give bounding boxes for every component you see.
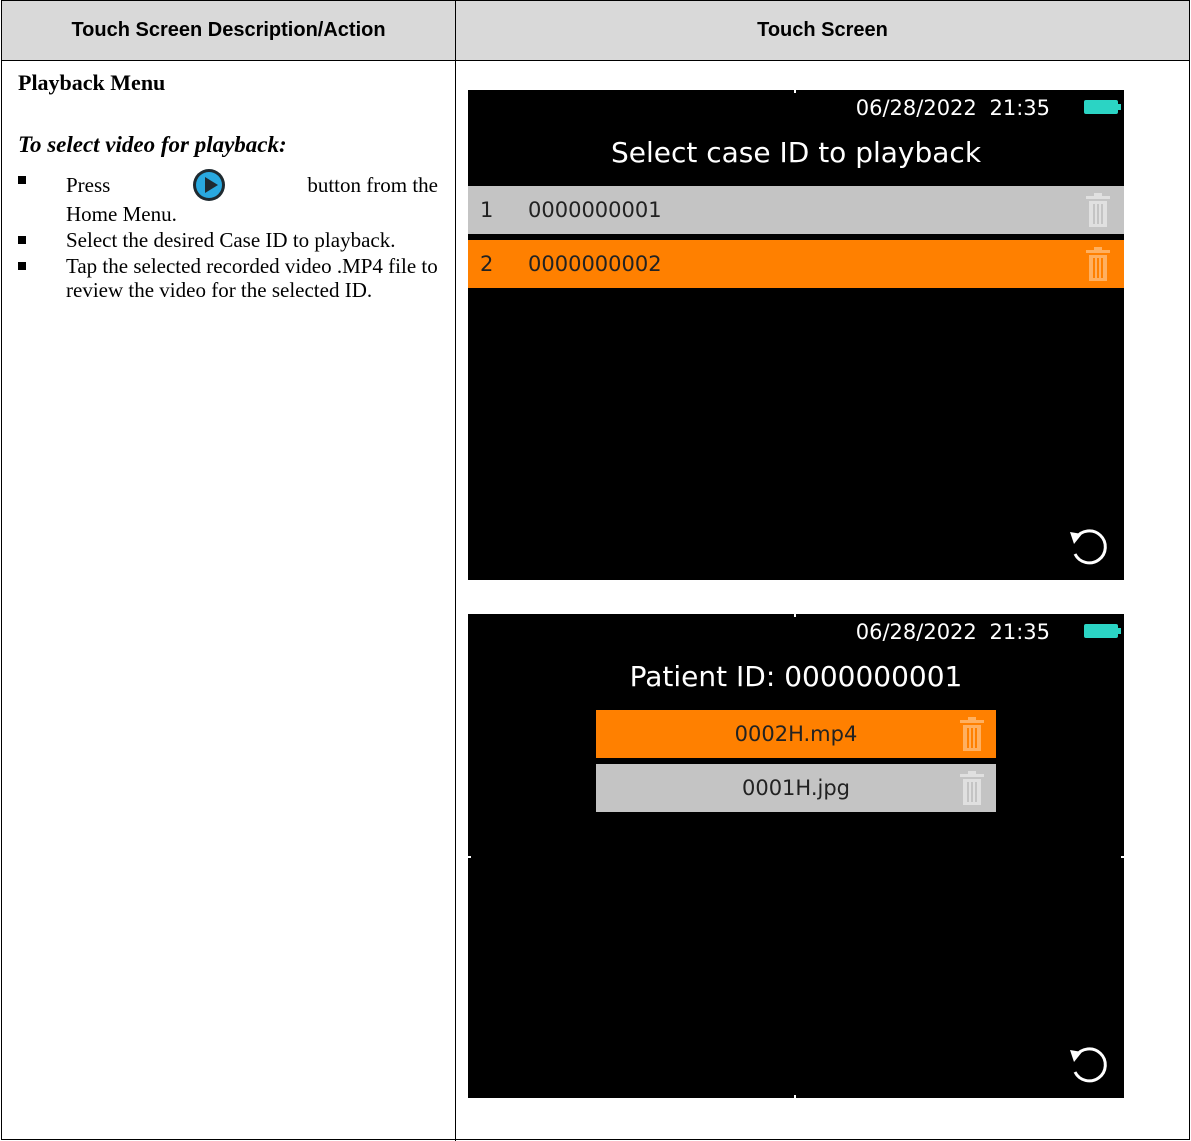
button-from-text: button from the [307,173,438,197]
column-divider [455,61,456,1141]
case-row-id: 0000000001 [528,198,662,222]
file-name: 0001H.jpg [741,776,851,800]
file-name: 0002H.mp4 [734,722,858,746]
trash-icon[interactable] [1086,247,1110,281]
status-date: 06/28/2022 [855,620,977,644]
status-bar: 06/28/2022 21:35 [856,96,1050,120]
screen-edge-mark [794,90,796,93]
case-row-selected[interactable]: 2 0000000002 [468,240,1124,288]
status-date: 06/28/2022 [855,96,977,120]
file-item[interactable]: 0001H.jpg [596,764,996,812]
screen-edge-mark [794,1095,796,1098]
screen-edge-mark [468,856,471,858]
case-row[interactable]: 1 0000000001 [468,186,1124,234]
table-header: Touch Screen Description/Action Touch Sc… [2,1,1189,61]
screen-edge-mark [1121,856,1124,858]
step-2: Select the desired Case ID to playback. [18,228,438,252]
status-time: 21:35 [989,620,1050,644]
patient-files-screen: 06/28/2022 21:35 Patient ID: 0000000001 … [468,614,1124,1098]
screen-title: Patient ID: 0000000001 [629,660,963,693]
play-circle-icon [192,169,225,201]
bullet-marker [18,236,26,244]
status-time: 21:35 [989,96,1050,120]
battery-icon [1084,100,1121,114]
trash-icon[interactable] [1086,193,1110,227]
screen-title: Select case ID to playback [610,136,982,169]
step-2-text: Select the desired Case ID to playback. [66,228,396,252]
case-row-number: 2 [480,252,494,276]
press-text: Press [66,173,111,197]
step-3-text: Tap the selected recorded video .MP4 fil… [66,254,438,302]
file-item-selected[interactable]: 0002H.mp4 [596,710,996,758]
trash-icon[interactable] [960,771,984,805]
case-select-screen: 06/28/2022 21:35 Select case ID to playb… [468,90,1124,580]
bullet-marker [18,176,26,184]
step-list: Press button from the Home Menu. Select … [18,168,438,302]
step-1-line1: Press button from the [66,168,438,202]
case-row-number: 1 [480,198,494,222]
undo-arrow-icon[interactable] [1066,1042,1112,1088]
step-1-line2: Home Menu. [66,202,177,226]
undo-arrow-icon[interactable] [1066,524,1112,570]
header-description: Touch Screen Description/Action [2,1,456,60]
section-title: Playback Menu [18,70,166,95]
battery-icon [1084,624,1121,638]
status-bar: 06/28/2022 21:35 [856,620,1050,644]
bullet-marker [18,262,26,270]
trash-icon[interactable] [960,717,984,751]
header-touch-screen: Touch Screen [757,19,888,41]
subheading: To select video for playback: [18,132,287,157]
step-1: Press button from the Home Menu. [18,168,438,226]
step-3: Tap the selected recorded video .MP4 fil… [18,254,438,302]
screen-edge-mark [794,614,796,617]
description-column: Playback Menu To select video for playba… [18,62,438,304]
case-row-id: 0000000002 [528,252,662,276]
